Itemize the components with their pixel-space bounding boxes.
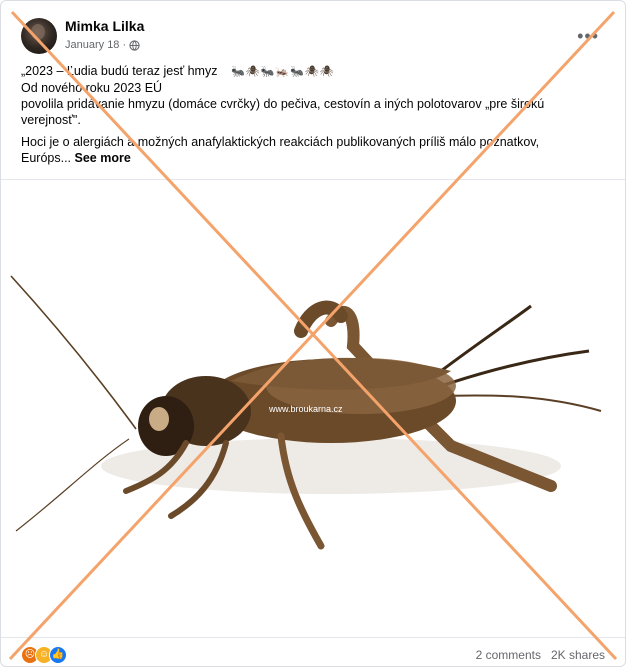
reaction-summary[interactable]: ☹ ☺ 👍 [21, 646, 67, 664]
like-reaction-icon: 👍 [49, 646, 67, 664]
divider [1, 179, 625, 180]
post-date[interactable]: January 18 [65, 39, 119, 51]
comments-count[interactable]: 2 comments [476, 648, 541, 662]
author-name[interactable]: Mimka Lilka [65, 18, 144, 34]
post-card: Mimka Lilka January 18 · ••• „2023 – Ľud… [0, 0, 626, 667]
post-text-line: Hoci je o alergiách a možných anafylakti… [21, 134, 581, 166]
shares-count[interactable]: 2K shares [551, 648, 605, 662]
post-footer: ☹ ☺ 👍 2 comments 2K shares [1, 642, 625, 666]
cricket-photo[interactable]: www.broukarna.cz [1, 181, 625, 637]
post-text-line: Od nového roku 2023 EÚ [21, 81, 163, 95]
avatar[interactable] [21, 18, 57, 54]
divider [1, 637, 625, 638]
see-more-link[interactable]: See more [75, 151, 131, 165]
engagement-counts: 2 comments 2K shares [476, 648, 605, 662]
post-text-line: povolila pridávanie hmyzu (domáce cvrčky… [21, 97, 545, 127]
insect-emoji-row: 🐜🕷🐜🦗🐜🕷🕷 [230, 66, 335, 78]
post-text: „2023 – Ľudia budú teraz jesť hmyz 🐜🕷🐜🦗🐜… [21, 63, 581, 166]
globe-icon [129, 39, 140, 51]
more-options-icon[interactable]: ••• [577, 27, 599, 45]
post-text-title: „2023 – Ľudia budú teraz jesť hmyz [21, 64, 218, 78]
meta-separator: · [122, 39, 127, 51]
post-text-line: „2023 – Ľudia budú teraz jesť hmyz 🐜🕷🐜🦗🐜… [21, 63, 581, 80]
post-header: Mimka Lilka January 18 · ••• [13, 11, 613, 57]
post-meta: January 18 · [65, 39, 140, 51]
image-watermark: www.broukarna.cz [268, 404, 343, 414]
